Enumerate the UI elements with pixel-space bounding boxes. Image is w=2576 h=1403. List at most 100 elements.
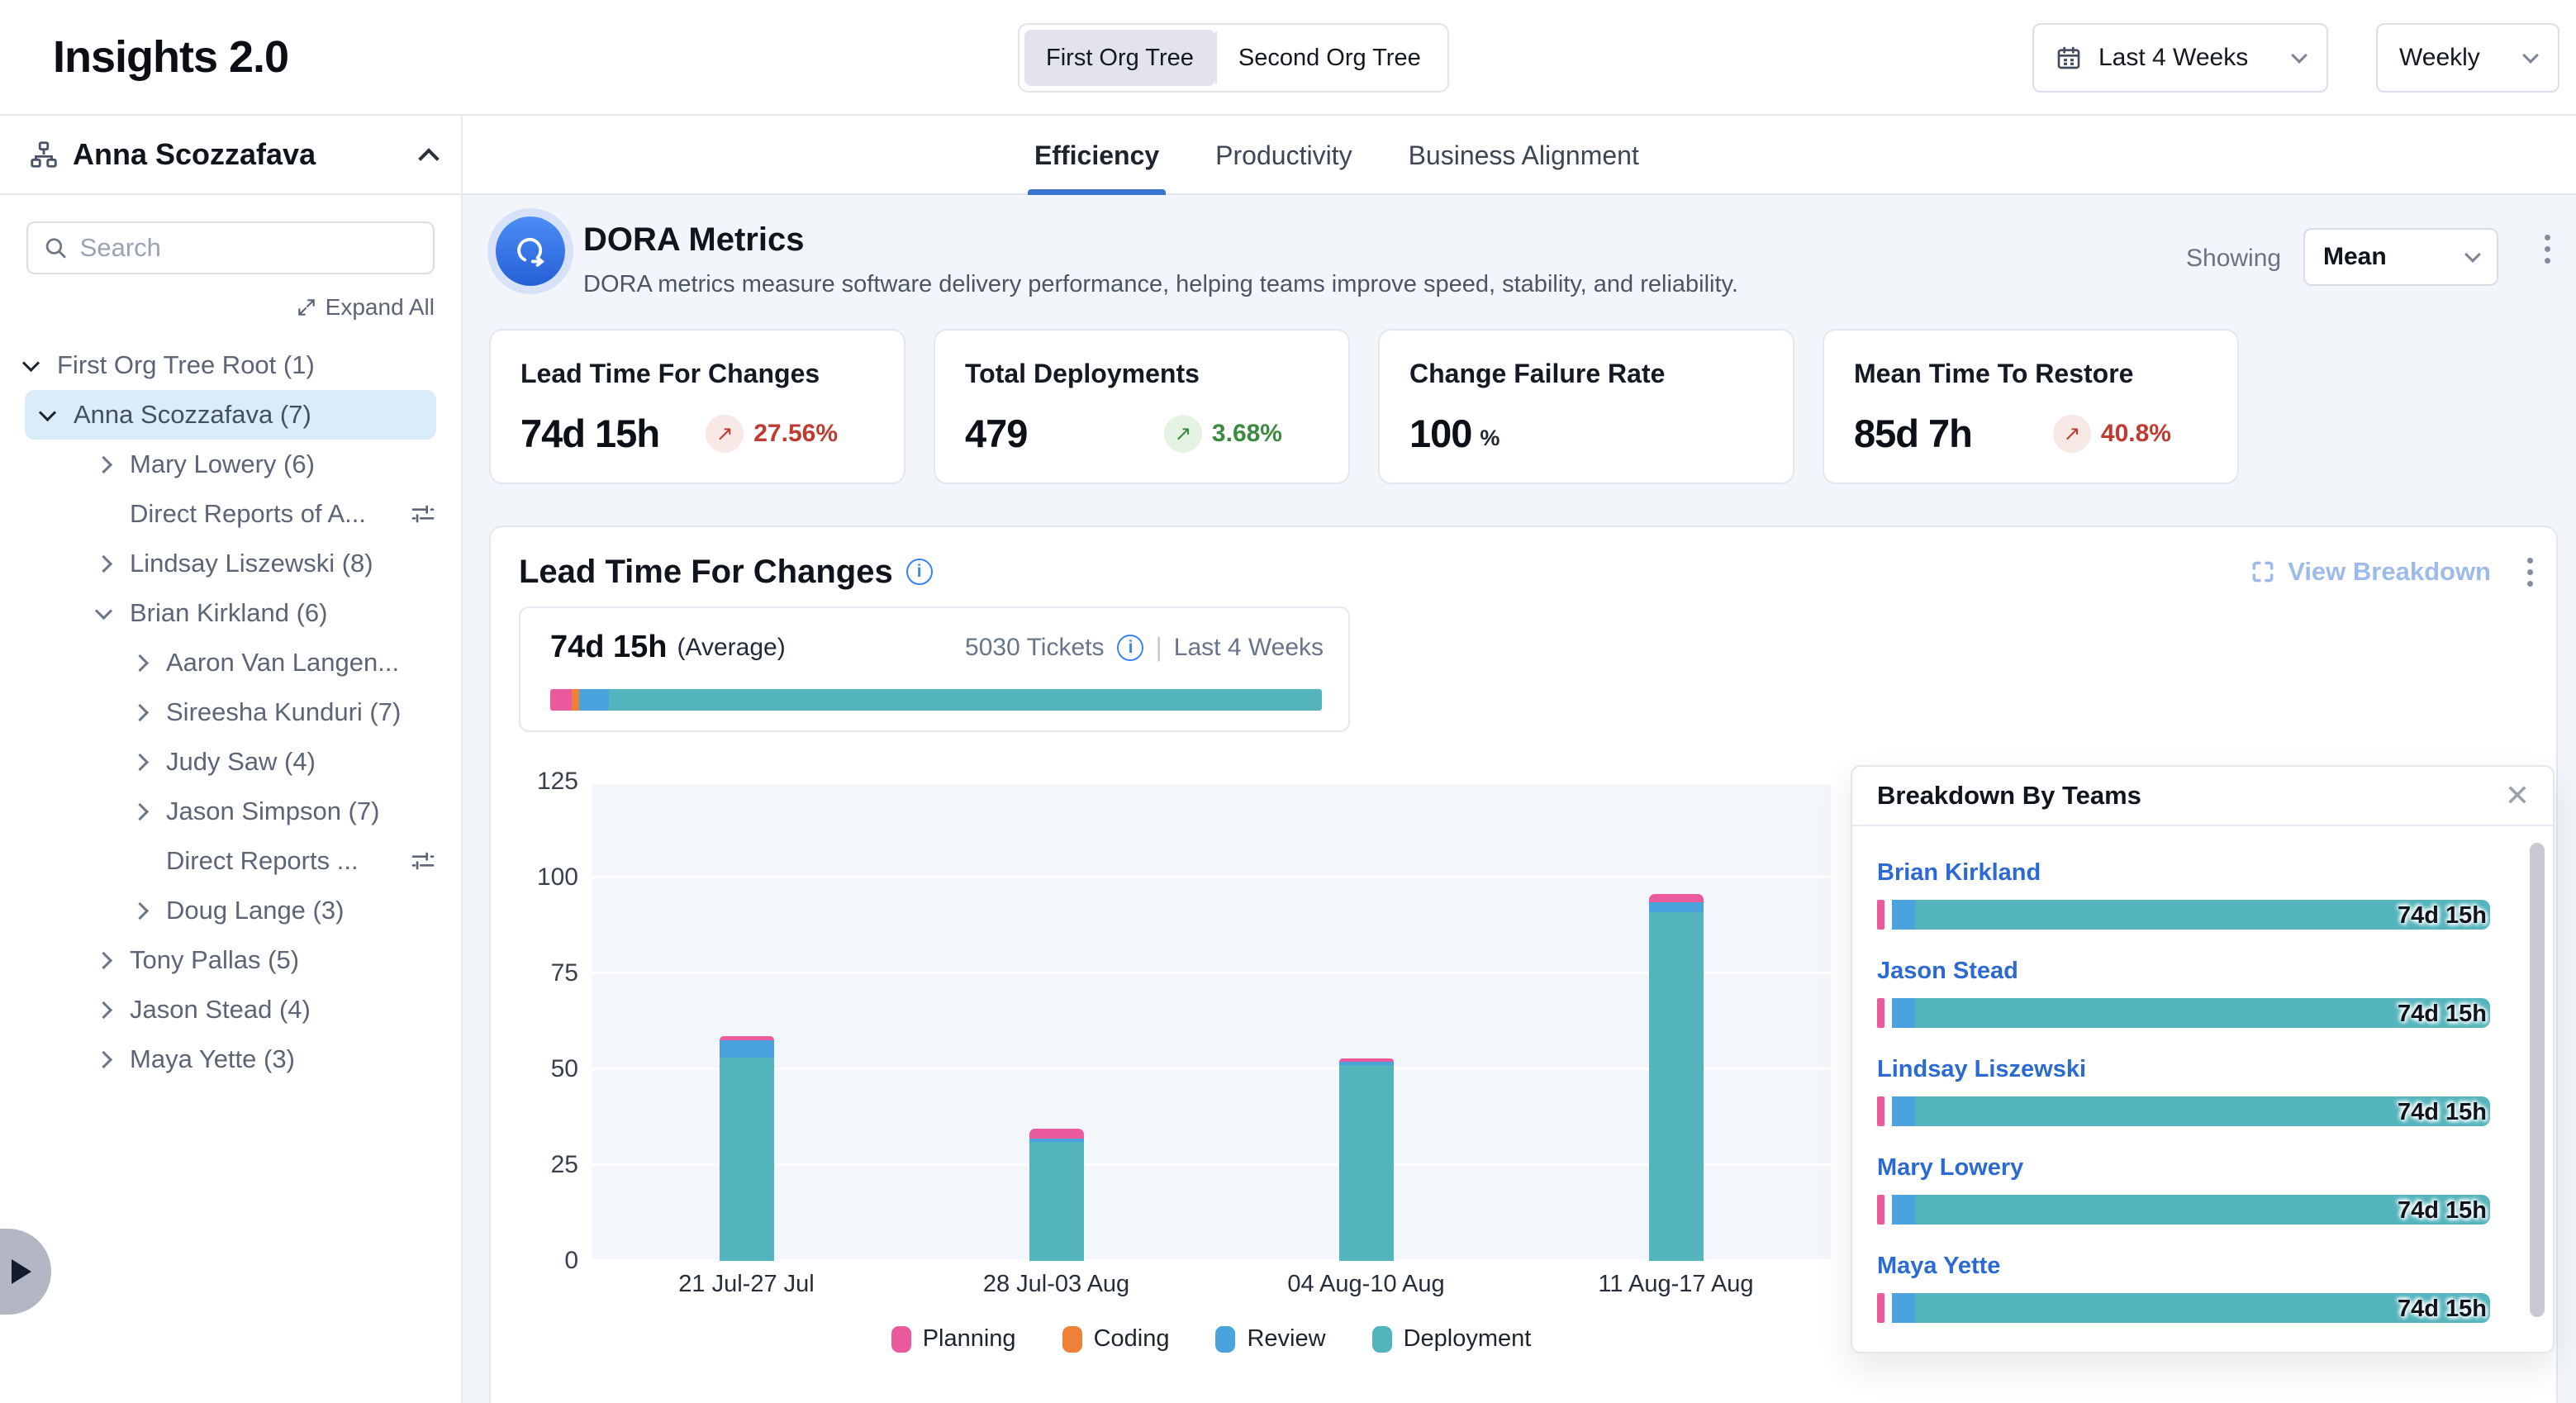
meta-divider: | [1155,632,1162,663]
scrollbar-thumb[interactable] [2530,843,2545,1317]
tree-item-label: Lindsay Liszewski (8) [130,549,373,578]
metric-value-row: 479 ↗3.68% [965,411,1319,456]
tree-item-jason-stead-4[interactable]: Jason Stead (4) [97,985,436,1034]
breakdown-team-link[interactable]: Brian Kirkland [1877,859,2528,887]
gridline [592,1068,1831,1070]
tree-item-jason-simpson-7[interactable]: Jason Simpson (7) [134,787,436,836]
bar-gap [1884,1293,1892,1323]
tickets-label: 5030 Tickets [965,634,1104,662]
filter-settings-icon[interactable] [410,848,436,874]
chevron-right-icon[interactable] [131,901,149,919]
bar-segment-review [1892,1293,1915,1323]
org-tree-toggle: First Org Tree Second Org Tree [1018,23,1449,93]
breakdown-team-link[interactable]: Mary Lowery [1877,1154,2528,1182]
tree-item-direct-reports[interactable]: Direct Reports ... [134,836,436,886]
gridline [592,1259,1831,1262]
tree-item-anna-scozzafava-7[interactable]: Anna Scozzafava (7) [25,390,436,440]
breakdown-team-link[interactable]: Lindsay Liszewski [1877,1056,2528,1083]
tree-item-doug-lange-3[interactable]: Doug Lange (3) [134,886,436,935]
metric-value-row: 85d 7h↗40.8% [1854,411,2208,456]
chevron-down-icon[interactable] [22,354,40,371]
tree-item-first-org-tree-root-1[interactable]: First Org Tree Root (1) [25,340,436,390]
tree-item-lindsay-liszewski-8[interactable]: Lindsay Liszewski (8) [97,539,436,588]
tab-business-alignment[interactable]: Business Alignment [1409,116,1639,195]
date-range-select[interactable]: Last 4 Weeks [2032,23,2328,93]
chevron-right-icon[interactable] [95,1050,112,1068]
chevron-right-icon[interactable] [95,554,112,572]
expand-all-label: Expand All [326,294,435,321]
tree-item-label: First Org Tree Root (1) [57,350,315,380]
chevron-down-icon[interactable] [95,602,112,619]
tree-item-mary-lowery-6[interactable]: Mary Lowery (6) [97,440,436,489]
legend-item-planning[interactable]: Planning [891,1325,1016,1353]
chevron-up-icon[interactable] [418,148,439,169]
chevron-right-icon[interactable] [95,951,112,968]
breakdown-team-link[interactable]: Jason Stead [1877,958,2528,985]
tree-item-judy-saw-4[interactable]: Judy Saw (4) [134,737,436,787]
bar-segment-deployment [1649,912,1704,1261]
chevron-right-icon[interactable] [95,1001,112,1018]
breakdown-item-mary-lowery: Mary Lowery74d 15h [1877,1154,2528,1225]
lead-time-kebab-menu[interactable] [2527,558,2533,587]
chevron-right-icon[interactable] [131,753,149,770]
lead-time-header: Lead Time For Changes i View Breakdown [519,547,2533,597]
chevron-right-icon[interactable] [131,802,149,820]
breakdown-item-maya-yette: Maya Yette 74d 15h [1877,1253,2528,1323]
toggle-first-org-tree[interactable]: First Org Tree [1024,30,1215,86]
delta-badge: ↗27.56% [706,415,838,453]
dora-kebab-menu[interactable] [2545,235,2550,264]
search-input[interactable] [80,233,418,263]
tree-item-brian-kirkland-6[interactable]: Brian Kirkland (6) [97,588,436,638]
close-icon[interactable]: ✕ [2505,781,2530,811]
chevron-right-icon[interactable] [131,703,149,721]
breakdown-value: 74d 15h [2398,1296,2487,1323]
legend-item-coding[interactable]: Coding [1062,1325,1170,1353]
dora-metrics-title: DORA Metrics [583,221,804,259]
bar-segment-review [1892,1195,1915,1225]
info-icon[interactable]: i [1117,635,1143,661]
showing-mean-select[interactable]: Mean [2303,228,2498,286]
breakdown-team-link[interactable]: Maya Yette [1877,1253,2528,1280]
tab-efficiency[interactable]: Efficiency [1034,116,1159,195]
expand-all-button[interactable]: Expand All [296,294,435,321]
tree-item-sireesha-kunduri-7[interactable]: Sireesha Kunduri (7) [134,687,436,737]
expand-all-icon [296,297,317,318]
chevron-right-icon[interactable] [95,455,112,473]
chart-y-axis: 0255075100125 [524,782,578,1261]
view-breakdown-button[interactable]: View Breakdown [2250,557,2491,587]
tab-productivity[interactable]: Productivity [1215,116,1352,195]
breakdown-panel-title: Breakdown By Teams [1877,781,2141,811]
chevron-down-icon[interactable] [39,403,56,421]
legend-marker [1215,1326,1235,1353]
tab-bar: Efficiency Productivity Business Alignment [463,116,2576,195]
bar-gap [1884,900,1892,930]
tree-item-direct-reports-of-a[interactable]: Direct Reports of A... [97,489,436,539]
metric-card-value: 479 [965,411,1027,456]
y-tick-label: 75 [551,959,578,987]
toggle-second-org-tree[interactable]: Second Org Tree [1217,30,1442,86]
legend-item-review[interactable]: Review [1215,1325,1325,1353]
delta-badge: ↗3.68% [1164,415,1282,453]
legend-item-deployment[interactable]: Deployment [1372,1325,1532,1353]
metric-value-row: 100% [1409,411,1763,456]
chevron-right-icon[interactable] [131,654,149,671]
average-stacked-bar [550,689,1322,711]
sidebar: Anna Scozzafava Expand All First Org Tre… [0,116,463,1403]
legend-label: Coding [1094,1325,1170,1353]
tree-item-aaron-van-langen[interactable]: Aaron Van Langen... [134,638,436,687]
metric-card-value: 85d 7h [1854,411,1972,456]
showing-label: Showing [2186,245,2281,273]
metric-card-title: Change Failure Rate [1409,359,1763,389]
x-tick-label: 04 Aug-10 Aug [1211,1271,1521,1298]
triangle-right-icon [12,1259,31,1284]
chevron-down-icon [2291,47,2307,64]
filter-settings-icon[interactable] [410,501,436,527]
breakdown-stacked-bar: 74d 15h [1877,1096,2490,1126]
metric-card-value: 100 [1409,411,1471,456]
calendar-icon [2056,45,2082,71]
tree-item-tony-pallas-5[interactable]: Tony Pallas (5) [97,935,436,985]
info-icon[interactable]: i [906,559,933,585]
bar-segment-planning [1877,1195,1884,1225]
granularity-select[interactable]: Weekly [2376,23,2559,93]
tree-item-maya-yette-3[interactable]: Maya Yette (3) [97,1034,436,1084]
